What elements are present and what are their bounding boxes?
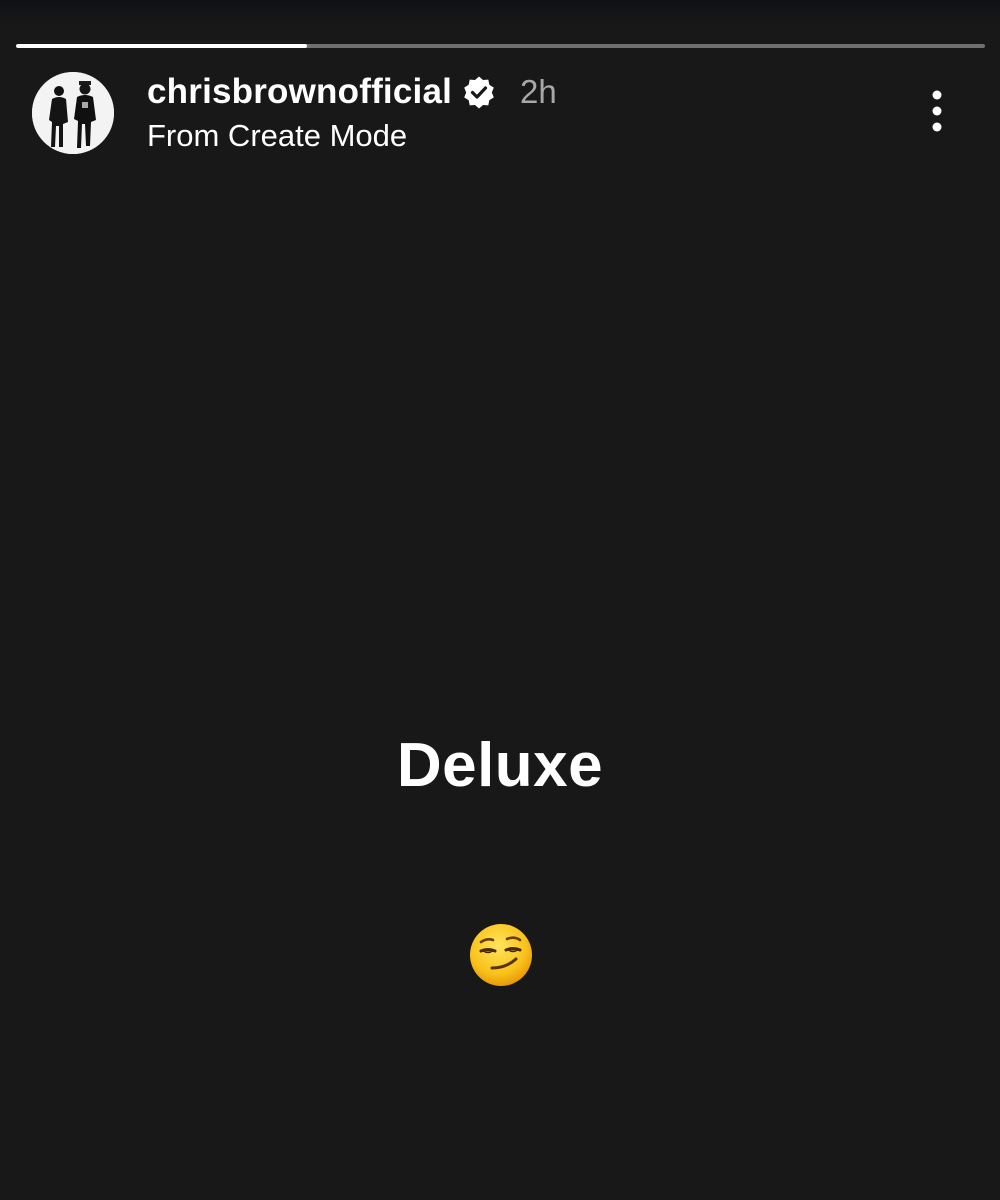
username-link[interactable]: chrisbrownofficial — [147, 72, 452, 112]
more-options-button[interactable] — [913, 86, 961, 136]
story-text: Deluxe — [396, 731, 604, 800]
story-header: chrisbrownofficial 2h — [147, 70, 557, 114]
profile-avatar[interactable] — [32, 72, 114, 154]
story-viewer: chrisbrownofficial 2h From Create Mode D… — [0, 0, 1000, 1200]
smirking-face-emoji — [468, 922, 534, 988]
post-time: 2h — [520, 73, 557, 110]
avatar-photo-icon — [32, 72, 114, 154]
more-vertical-icon — [932, 90, 942, 132]
story-progress-fill — [16, 44, 307, 48]
story-progress-bar — [16, 44, 985, 48]
story-source-label[interactable]: From Create Mode — [147, 118, 407, 154]
verified-badge-icon — [462, 75, 496, 109]
